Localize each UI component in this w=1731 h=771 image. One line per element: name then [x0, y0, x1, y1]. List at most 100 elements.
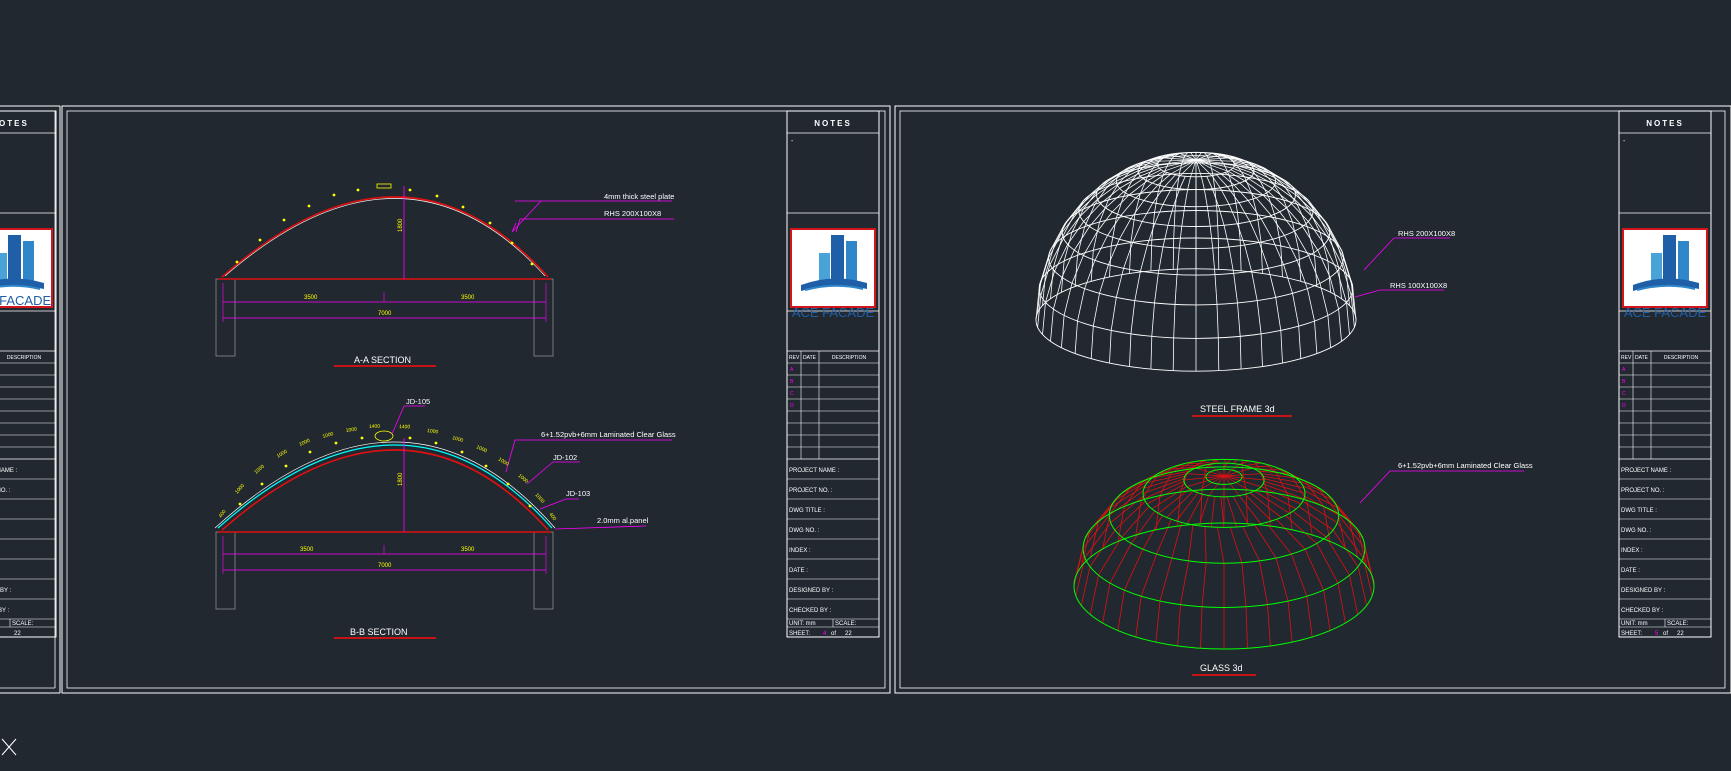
title-block-sheet-2[interactable]: NOTES - ACE FACADE REV DATE DESCRIPTION …: [1618, 110, 1712, 638]
field-sheet-total: 22: [1677, 631, 1684, 637]
rev-desc-header: DESCRIPTION: [1664, 355, 1699, 361]
steel-frame-dome[interactable]: [1035, 151, 1357, 372]
field-unit: UNIT: mm: [1621, 621, 1648, 627]
glass-note: 6+1.52pvb+6mm Laminated Clear Glass: [1398, 461, 1533, 470]
field-scale: SCALE:: [835, 621, 857, 627]
bb-arc-label-3: 1000: [253, 464, 266, 476]
field-date: DATE :: [789, 568, 808, 574]
logo-image: [790, 228, 876, 308]
left-partial-sheet: NOTES ACE FACADE DESCRIPTION PROJECT NAM…: [0, 105, 61, 694]
field-index: INDEX :: [1621, 548, 1643, 554]
bb-dim-right: 3500: [461, 547, 475, 553]
field-dwg-title: DWG TITLE :: [789, 508, 825, 514]
bb-arc-label-9: 1400: [399, 424, 411, 430]
field-dwg-no: DWG NO. :: [789, 528, 820, 534]
rev-mark-a: A: [1622, 367, 1626, 373]
field-checked-by: CHECKED BY :: [1621, 608, 1664, 614]
logo-text: ACE FACADE: [0, 293, 52, 308]
aa-dim-height: 1800: [398, 218, 404, 232]
bb-dim-height: 1800: [398, 472, 404, 486]
bb-section-title: B-B SECTION: [350, 627, 408, 637]
aa-dim-total: 7000: [378, 311, 392, 317]
aa-section-title: A-A SECTION: [354, 355, 411, 365]
bb-arc-label-1: 400: [218, 509, 228, 519]
field-dwg-title: DWG TITLE :: [1621, 508, 1657, 514]
glass-leaders: [1192, 470, 1524, 676]
bb-arc-label-14: 1000: [517, 473, 530, 485]
bb-dim-total: 7000: [378, 563, 392, 569]
glass-dome[interactable]: [1073, 458, 1375, 650]
bb-arc-label-5: 1000: [298, 438, 311, 448]
bb-arc-label-10: 1000: [427, 428, 439, 436]
bb-arc-label-8: 1400: [369, 424, 381, 430]
field-checked-by: CHECKED BY :: [0, 608, 10, 614]
steel-frame-title: STEEL FRAME 3d: [1200, 404, 1275, 414]
rev-mark-b: B: [1622, 379, 1626, 385]
field-scale: SCALE:: [12, 621, 34, 627]
bb-arc-label-15: 1000: [534, 492, 546, 504]
aa-note-rhs: RHS 200X100X8: [604, 209, 661, 218]
field-scale: SCALE:: [1667, 621, 1689, 627]
title-block-sheet-1[interactable]: NOTES - ACE FACADE REV DATE DESCRIPTION …: [786, 110, 880, 638]
bb-arc-label-16: 400: [547, 512, 557, 522]
notes-header: NOTES: [0, 119, 29, 128]
logo-text: ACE FACADE: [792, 305, 875, 320]
field-date: DATE :: [1621, 568, 1640, 574]
bb-callout-glass: 6+1.52pvb+6mm Laminated Clear Glass: [541, 430, 676, 439]
field-designed-by: DESIGNED BY :: [789, 588, 834, 594]
bb-arc-label-11: 1000: [451, 435, 464, 444]
rev-header: REV: [789, 355, 800, 361]
cad-canvas[interactable]: NOTES ACE FACADE DESCRIPTION PROJECT NAM…: [0, 0, 1731, 771]
field-project-no: PROJECT NO. :: [1621, 488, 1665, 494]
bb-callout-jd105: JD-105: [406, 397, 430, 406]
rev-mark-a: A: [790, 367, 794, 373]
field-sheet-total: 22: [14, 631, 21, 637]
field-project-name: PROJECT NAME :: [1621, 468, 1672, 474]
rev-mark-b: B: [790, 379, 794, 385]
field-sheet-number: 4: [823, 631, 827, 637]
rev-date-header: DATE: [1635, 355, 1649, 361]
field-project-no: PROJECT NO. :: [789, 488, 833, 494]
field-dwg-no: DWG NO. :: [1621, 528, 1652, 534]
bb-arc-label-12: 1000: [475, 444, 488, 454]
field-checked-by: CHECKED BY :: [789, 608, 832, 614]
field-sheet-of: of: [831, 631, 836, 637]
bb-arc-label-2: 1000: [234, 483, 246, 495]
field-sheet-total: 22: [845, 631, 852, 637]
field-index: INDEX :: [789, 548, 811, 554]
rev-mark-c: C: [790, 391, 794, 397]
field-unit: UNIT: mm: [789, 621, 816, 627]
rev-mark-c: C: [1622, 391, 1626, 397]
glass-title: GLASS 3d: [1200, 663, 1243, 673]
steel-frame-leaders: [1192, 237, 1450, 417]
field-project-no: PROJECT NO. :: [0, 488, 11, 494]
steel-note-rhs-100: RHS 100X100X8: [1390, 281, 1447, 290]
bb-arc-label-6: 1000: [322, 431, 335, 440]
bb-arc-label-4: 1000: [276, 449, 289, 460]
rev-header: REV: [1621, 355, 1632, 361]
steel-note-rhs-200: RHS 200X100X8: [1398, 229, 1455, 238]
bb-callout-jd103: JD-103: [566, 489, 590, 498]
field-project-name: PROJECT NAME :: [789, 468, 840, 474]
bb-callout-jd102: JD-102: [553, 453, 577, 462]
rev-mark-d: D: [790, 403, 794, 409]
drawing-sheet-2[interactable]: [894, 105, 1731, 694]
logo-text: ACE FACADE: [1624, 305, 1707, 320]
logo-image: [1622, 228, 1708, 308]
bb-dim-left: 3500: [300, 547, 314, 553]
rev-desc-header: DESCRIPTION: [7, 355, 42, 361]
notes-bullet: -: [791, 138, 794, 145]
aa-dim-right: 3500: [461, 295, 475, 301]
bb-callout-panel: 2.0mm al.panel: [597, 516, 649, 525]
rev-desc-header: DESCRIPTION: [832, 355, 867, 361]
notes-bullet: -: [1623, 138, 1626, 145]
ucs-icon[interactable]: [1, 738, 17, 756]
field-designed-by: DESIGNED BY :: [0, 588, 12, 594]
field-sheet: SHEET:: [789, 631, 810, 637]
drawing-sheet-1[interactable]: [61, 105, 891, 694]
rev-date-header: DATE: [803, 355, 817, 361]
bb-arc-label-7: 1000: [345, 426, 357, 434]
field-sheet-of: of: [1663, 631, 1668, 637]
notes-header: NOTES: [1646, 119, 1684, 128]
rev-mark-d: D: [1622, 403, 1626, 409]
